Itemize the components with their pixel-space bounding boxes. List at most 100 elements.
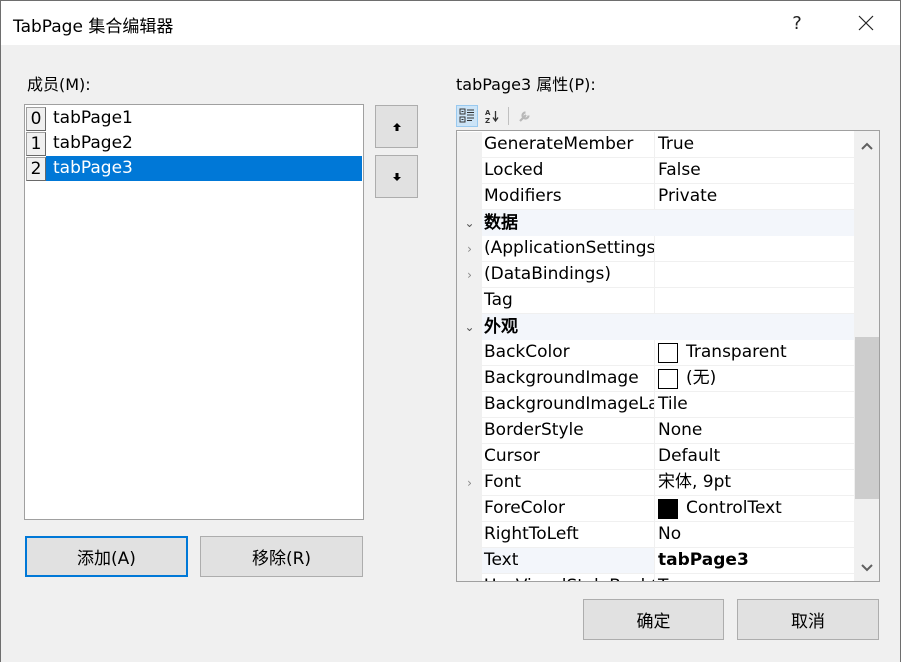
property-row[interactable]: BackgroundImage (无) (457, 366, 855, 392)
property-row[interactable]: BackColor Transparent (457, 340, 855, 366)
item-name: tabPage3 (46, 156, 362, 181)
property-name: BackgroundImage (482, 366, 655, 392)
property-name: BorderStyle (482, 418, 655, 444)
property-row[interactable]: GenerateMember True (457, 132, 855, 158)
help-button[interactable]: ? (774, 1, 820, 45)
property-value[interactable]: No (655, 522, 855, 548)
svg-text:Z: Z (485, 117, 490, 124)
property-value[interactable]: False (655, 158, 855, 184)
category-row[interactable]: ⌄ 数据 (457, 210, 855, 236)
help-icon: ? (792, 12, 802, 34)
property-row[interactable]: ForeColor ControlText (457, 496, 855, 522)
property-row[interactable]: › (DataBindings) (457, 262, 855, 288)
property-row[interactable]: › Font 宋体, 9pt (457, 470, 855, 496)
vertical-scrollbar[interactable] (854, 131, 879, 581)
move-down-button[interactable] (375, 155, 418, 198)
property-value[interactable]: tabPage3 (655, 548, 855, 574)
property-name: UseVisualStyleBackColor (482, 574, 655, 581)
properties-label: tabPage3 属性(P): (456, 75, 596, 94)
property-name: Tag (482, 288, 655, 314)
property-row[interactable]: › (ApplicationSettings) (457, 236, 855, 262)
arrow-up-icon (392, 122, 401, 131)
property-value[interactable]: 宋体, 9pt (655, 470, 855, 496)
color-swatch (658, 342, 678, 363)
ok-button[interactable]: 确定 (583, 599, 724, 640)
categorized-button[interactable] (456, 105, 478, 127)
close-button[interactable] (843, 1, 889, 45)
list-item-selected[interactable]: 2 tabPage3 (26, 156, 362, 181)
property-value[interactable]: True (655, 132, 855, 158)
color-swatch (658, 498, 678, 519)
wrench-icon (519, 111, 530, 122)
window-title: TabPage 集合编辑器 (13, 17, 174, 37)
property-row[interactable]: Locked False (457, 158, 855, 184)
property-value[interactable]: Tile (655, 392, 855, 418)
property-name: Text (482, 548, 655, 574)
property-value[interactable] (655, 262, 855, 288)
property-row[interactable]: Modifiers Private (457, 184, 855, 210)
property-row-selected[interactable]: Text tabPage3 (457, 548, 855, 574)
property-value[interactable] (655, 288, 855, 314)
property-row[interactable]: Tag (457, 288, 855, 314)
members-listbox[interactable]: 0 tabPage1 1 tabPage2 2 tabPage3 (24, 104, 364, 520)
property-name: Locked (482, 158, 655, 184)
item-name: tabPage1 (53, 108, 133, 128)
property-value[interactable]: None (655, 418, 855, 444)
scroll-up-button[interactable] (854, 133, 879, 159)
property-row[interactable]: BackgroundImageLayoutTile (457, 392, 855, 418)
remove-button[interactable]: 移除(R) (200, 536, 363, 577)
chevron-down-icon (860, 564, 873, 572)
scrollbar-thumb[interactable] (855, 337, 879, 499)
property-name: ForeColor (482, 496, 655, 522)
members-label: 成员(M): (27, 75, 91, 94)
property-name: BackgroundImageLayout (482, 392, 655, 418)
property-grid[interactable]: GenerateMember True Locked False Modifiers… (456, 130, 880, 582)
item-name: tabPage2 (53, 133, 133, 153)
property-row[interactable]: BorderStyle None (457, 418, 855, 444)
category-row[interactable]: ⌄ 外观 (457, 314, 855, 340)
property-name: GenerateMember (482, 132, 655, 158)
collapse-icon[interactable]: ⌄ (457, 314, 482, 340)
property-name: BackColor (482, 340, 655, 366)
property-value: Transparent (686, 342, 787, 362)
property-value[interactable] (655, 236, 855, 262)
property-toolbar: A Z (456, 104, 539, 128)
item-index: 2 (26, 156, 46, 181)
svg-text:A: A (485, 109, 491, 117)
image-swatch (658, 368, 678, 389)
categorized-icon (459, 108, 474, 123)
close-icon (858, 15, 874, 31)
chevron-up-icon (860, 142, 873, 150)
list-item[interactable]: 0 tabPage1 (26, 106, 362, 131)
move-up-button[interactable] (375, 105, 418, 148)
property-row[interactable]: RightToLeft No (457, 522, 855, 548)
add-button[interactable]: 添加(A) (25, 536, 188, 577)
item-index: 1 (26, 131, 46, 156)
category-name: 外观 (482, 314, 855, 340)
property-pages-button[interactable] (514, 105, 536, 127)
property-value[interactable]: True (655, 574, 855, 581)
property-name: Modifiers (482, 184, 655, 210)
arrow-down-icon (392, 172, 401, 181)
property-value[interactable]: Default (655, 444, 855, 470)
toolbar-separator (508, 107, 509, 125)
category-name: 数据 (482, 210, 855, 236)
property-row[interactable]: Cursor Default (457, 444, 855, 470)
expand-icon[interactable]: › (457, 262, 482, 288)
cancel-button[interactable]: 取消 (737, 599, 879, 640)
alphabetical-button[interactable]: A Z (481, 105, 503, 127)
alphabetical-icon: A Z (485, 109, 499, 124)
expand-icon[interactable]: › (457, 470, 482, 496)
property-row[interactable]: UseVisualStyleBackColorTrue (457, 574, 855, 581)
collapse-icon[interactable]: ⌄ (457, 210, 482, 236)
property-value[interactable]: Private (655, 184, 855, 210)
property-value: ControlText (686, 498, 782, 518)
property-name: (DataBindings) (482, 262, 655, 288)
property-name: RightToLeft (482, 522, 655, 548)
expand-icon[interactable]: › (457, 236, 482, 262)
property-name: Font (482, 470, 655, 496)
property-name: (ApplicationSettings) (482, 236, 655, 262)
property-value: (无) (686, 368, 717, 388)
list-item[interactable]: 1 tabPage2 (26, 131, 362, 156)
scroll-down-button[interactable] (854, 555, 879, 581)
